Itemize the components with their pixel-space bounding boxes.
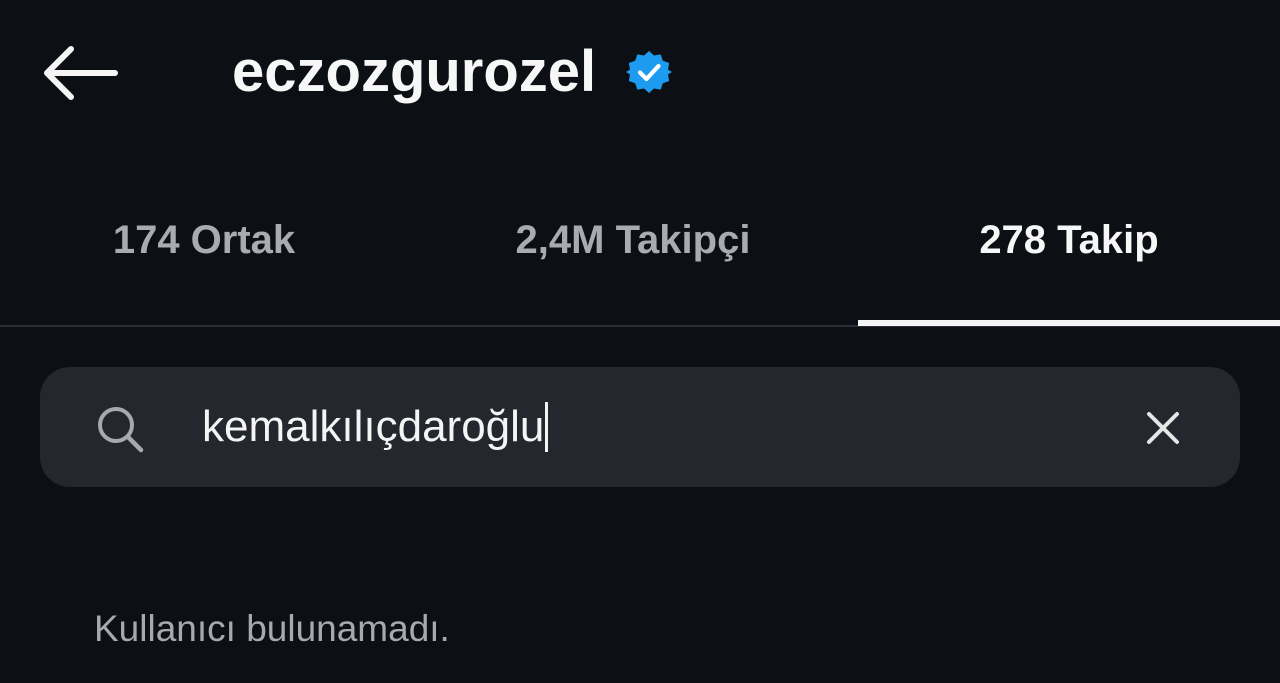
- search-input[interactable]: kemalkılıçdaroğlu: [202, 395, 549, 459]
- tab-mutual[interactable]: 174 Ortak: [0, 190, 408, 326]
- search-bar[interactable]: kemalkılıçdaroğlu: [40, 367, 1240, 487]
- following-list-screen: eczozgurozel 174 Ortak 2,4M Takipçi 278 …: [0, 0, 1280, 683]
- tab-followers-label: 2,4M Takipçi: [515, 218, 751, 262]
- arrow-left-icon: [44, 46, 118, 100]
- tab-following[interactable]: 278 Takip: [858, 190, 1280, 326]
- back-button[interactable]: [36, 38, 122, 108]
- verified-badge-icon: [626, 49, 673, 95]
- profile-username[interactable]: eczozgurozel: [232, 43, 596, 101]
- tab-following-label: 278 Takip: [979, 218, 1159, 262]
- clear-search-button[interactable]: [1140, 405, 1186, 451]
- no-results-message: Kullanıcı bulunamadı.: [94, 608, 450, 649]
- search-icon: [98, 407, 144, 453]
- close-icon: [1147, 412, 1179, 444]
- profile-header: eczozgurozel: [0, 0, 1280, 150]
- tab-followers[interactable]: 2,4M Takipçi: [408, 190, 858, 326]
- username-row: eczozgurozel: [232, 32, 673, 112]
- active-tab-indicator: [858, 320, 1280, 326]
- search-input-value: kemalkılıçdaroğlu: [202, 402, 545, 451]
- tab-mutual-label: 174 Ortak: [112, 218, 296, 262]
- follow-tabs: 174 Ortak 2,4M Takipçi 278 Takip: [0, 190, 1280, 326]
- text-cursor: [545, 402, 549, 452]
